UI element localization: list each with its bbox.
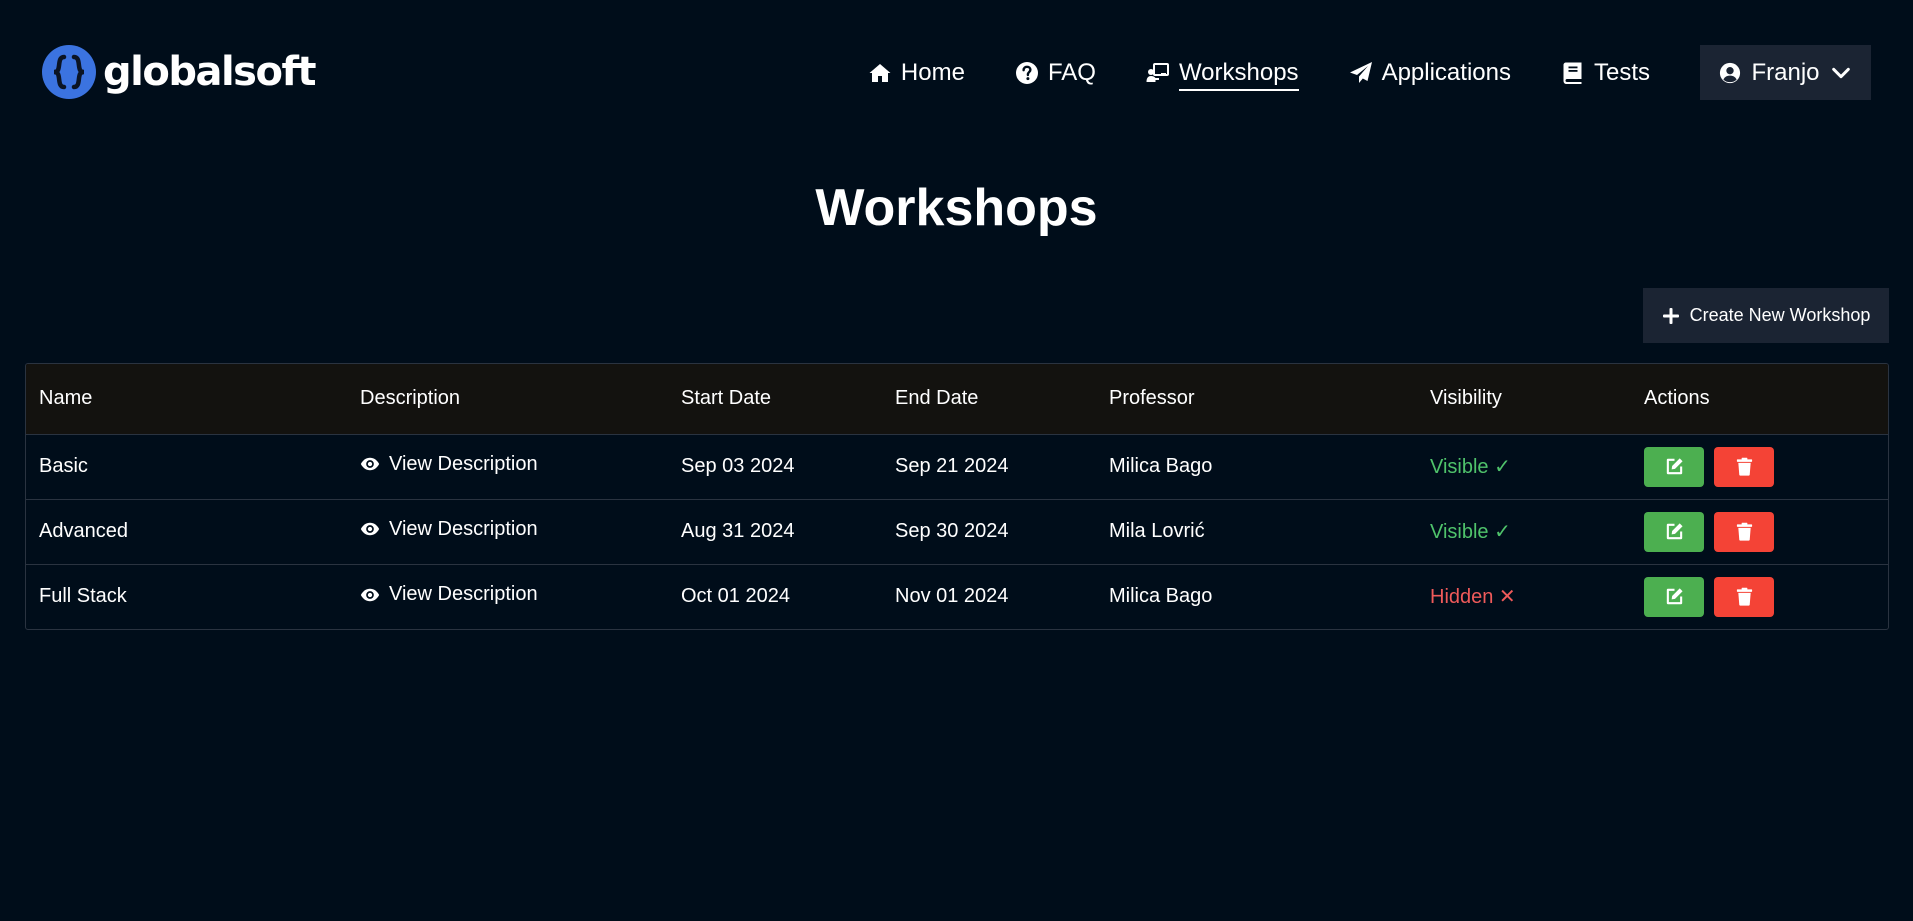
home-icon — [869, 63, 891, 82]
book-icon — [1563, 62, 1582, 84]
end-date: Sep 21 2024 — [895, 455, 1009, 477]
logo-braces-icon — [42, 45, 96, 99]
edit-icon — [1666, 588, 1683, 605]
paper-plane-icon — [1349, 61, 1372, 83]
nav-item-tests[interactable]: Tests — [1561, 53, 1650, 93]
table-body: Basic View Description Sep 03 2024 Sep 2… — [26, 434, 1888, 629]
view-description-label: View Description — [389, 517, 538, 540]
edit-button[interactable] — [1644, 511, 1704, 552]
visibility-status: Hidden ✕ — [1430, 586, 1516, 609]
view-description-link[interactable]: View Description — [360, 583, 538, 606]
create-workshop-button[interactable]: Create New Workshop — [1643, 288, 1889, 343]
view-description-link[interactable]: View Description — [360, 518, 538, 541]
visibility-status: Visible ✓ — [1430, 521, 1511, 543]
nav-item-applications[interactable]: Applications — [1349, 53, 1511, 93]
workshops-table: Name Description Start Date End Date Pro… — [26, 364, 1888, 629]
eye-icon — [360, 458, 380, 471]
view-description-link[interactable]: View Description — [360, 453, 538, 476]
nav-item-home[interactable]: Home — [868, 53, 965, 93]
professor-name: Milica Bago — [1109, 585, 1213, 608]
chalkboard-teacher-icon — [1146, 62, 1169, 82]
nav-label-faq: FAQ — [1047, 58, 1096, 86]
nav-item-faq[interactable]: FAQ — [1015, 53, 1096, 93]
professor-name: Mila Lovrić — [1109, 520, 1205, 542]
edit-icon — [1666, 523, 1683, 540]
brand-name: globalsoft — [103, 49, 316, 95]
row-actions — [1644, 511, 1888, 552]
nav-item-workshops[interactable]: Workshops — [1146, 53, 1299, 93]
column-header-actions: Actions — [1644, 387, 1710, 410]
edit-icon — [1666, 458, 1683, 475]
nav-label-workshops: Workshops — [1178, 59, 1299, 91]
delete-button[interactable] — [1714, 446, 1774, 487]
page-title: Workshops — [815, 179, 1098, 237]
question-circle-icon — [1015, 61, 1038, 84]
column-header-professor: Professor — [1109, 387, 1195, 410]
eye-icon — [360, 588, 380, 601]
delete-button[interactable] — [1714, 511, 1774, 552]
edit-button[interactable] — [1644, 446, 1704, 487]
start-date: Sep 03 2024 — [681, 455, 795, 477]
user-circle-icon — [1720, 62, 1741, 83]
table-row: Advanced View Description Aug 31 2024 Se… — [26, 499, 1888, 564]
column-header-description: Description — [360, 387, 461, 410]
create-workshop-label: Create New Workshop — [1689, 305, 1871, 325]
workshop-name: Basic — [39, 455, 88, 477]
table-header: Name Description Start Date End Date Pro… — [26, 364, 1888, 434]
view-description-label: View Description — [389, 452, 538, 475]
eye-icon — [360, 523, 380, 536]
column-header-visibility: Visibility — [1430, 387, 1502, 410]
end-date: Nov 01 2024 — [895, 585, 1009, 608]
column-header-end-date: End Date — [895, 387, 979, 410]
nav-label-applications: Applications — [1381, 58, 1511, 86]
table-row: Full Stack View Description Oct 01 2024 — [26, 564, 1888, 629]
trash-icon — [1736, 588, 1752, 606]
main-nav: Home FAQ Workshops Applications Tests Fr… — [868, 45, 1871, 100]
start-date: Oct 01 2024 — [681, 585, 790, 608]
column-header-name: Name — [39, 387, 93, 410]
trash-icon — [1736, 457, 1752, 476]
end-date: Sep 30 2024 — [895, 520, 1009, 542]
nav-label-home: Home — [900, 58, 965, 86]
table-header-row: Name Description Start Date End Date Pro… — [26, 364, 1888, 434]
nav-label-tests: Tests — [1593, 58, 1650, 86]
workshop-name: Advanced — [39, 520, 128, 542]
top-navbar: globalsoft Home FAQ Workshops Applicatio… — [0, 0, 1913, 145]
delete-button[interactable] — [1714, 576, 1774, 617]
trash-icon — [1736, 522, 1752, 541]
chevron-down-icon — [1831, 67, 1850, 78]
workshop-name: Full Stack — [39, 585, 127, 608]
edit-button[interactable] — [1644, 576, 1704, 617]
visibility-status: Visible ✓ — [1430, 456, 1511, 478]
professor-name: Milica Bago — [1109, 455, 1213, 477]
plus-icon — [1662, 307, 1679, 324]
user-menu-button[interactable]: Franjo — [1700, 45, 1871, 100]
page: globalsoft Home FAQ Workshops Applicatio… — [0, 0, 1913, 921]
view-description-label: View Description — [389, 583, 538, 605]
workshops-table-container: Name Description Start Date End Date Pro… — [25, 363, 1889, 630]
row-actions — [1644, 446, 1888, 487]
user-name: Franjo — [1751, 58, 1820, 86]
brand-logo[interactable]: globalsoft — [41, 44, 316, 100]
table-row: Basic View Description Sep 03 2024 Sep 2… — [26, 434, 1888, 499]
column-header-start-date: Start Date — [681, 387, 772, 410]
row-actions — [1644, 576, 1888, 617]
start-date: Aug 31 2024 — [681, 520, 795, 542]
